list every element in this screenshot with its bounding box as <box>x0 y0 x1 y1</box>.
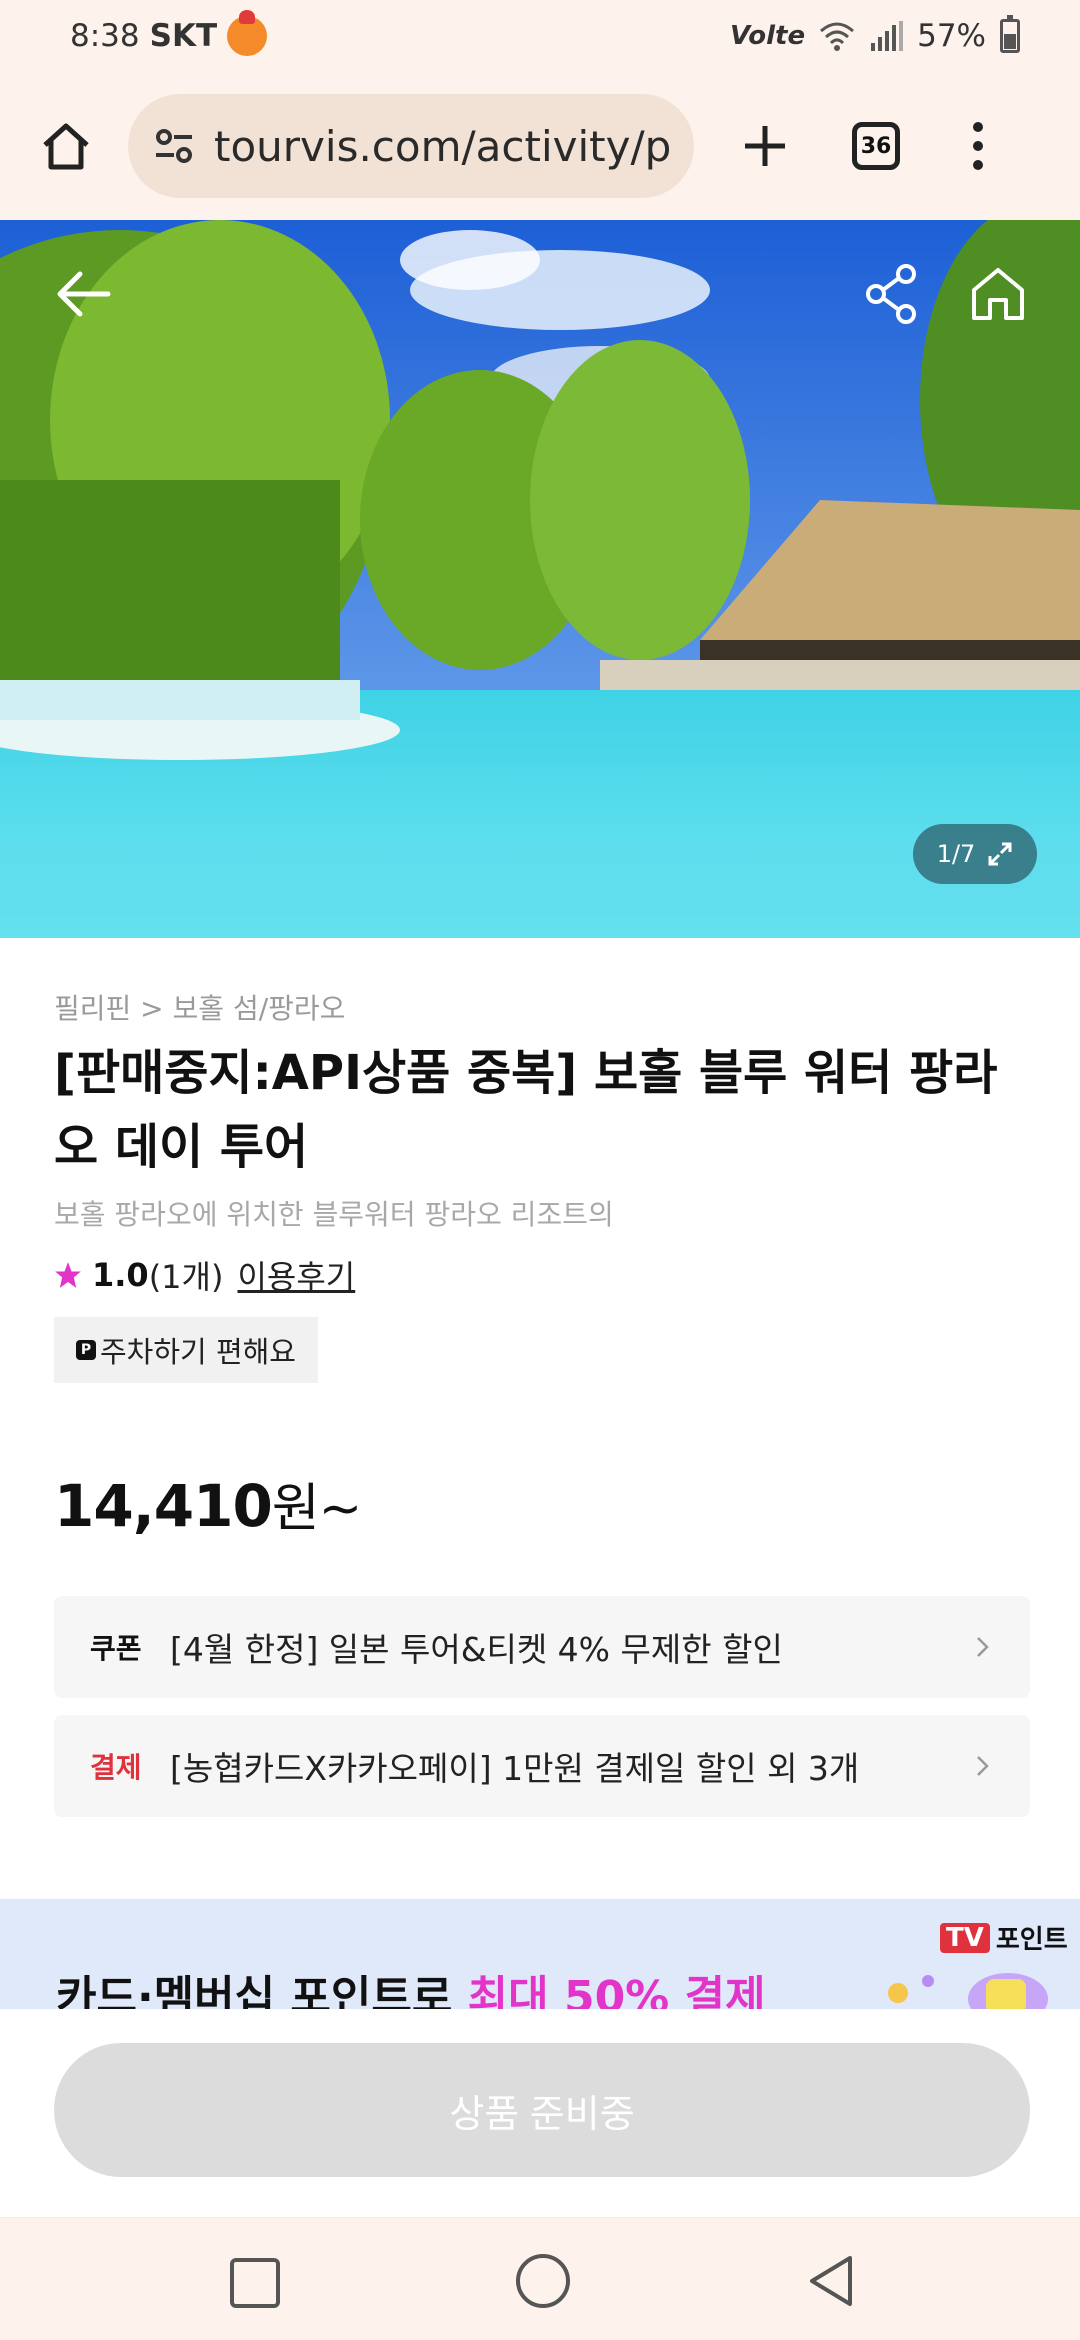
expand-icon <box>988 842 1012 866</box>
system-back-button[interactable] <box>806 2254 856 2308</box>
feature-tag: P 주차하기 편해요 <box>54 1317 318 1383</box>
new-tab-button[interactable] <box>730 111 800 181</box>
share-icon[interactable] <box>858 260 926 328</box>
bottom-cta-area: 상품 준비중 <box>0 2009 1080 2217</box>
status-right: Volte 57% <box>730 15 1020 54</box>
battery-icon <box>1000 15 1020 53</box>
promo-label: 결제 <box>90 1751 142 1784</box>
promo-label: 쿠폰 <box>90 1632 142 1665</box>
signal-icon <box>871 21 904 51</box>
purchase-button-disabled[interactable]: 상품 준비중 <box>54 2043 1030 2177</box>
back-arrow-icon[interactable] <box>50 260 118 328</box>
product-image-carousel[interactable]: 1/7 <box>0 220 1080 938</box>
price: 14,410원~ <box>54 1466 362 1541</box>
menu-dot <box>973 160 983 170</box>
volte-indicator: Volte <box>730 21 806 51</box>
feature-tag-label: 주차하기 편해요 <box>100 1335 296 1369</box>
price-unit: 원~ <box>271 1479 362 1539</box>
payment-promo-row[interactable]: 결제 [농협카드X카카오페이] 1만원 결제일 할인 외 3개 <box>54 1715 1030 1817</box>
menu-dot <box>973 141 983 151</box>
url-text: tourvis.com/activity/pr <box>214 121 670 171</box>
wifi-icon <box>820 22 855 51</box>
breadcrumb[interactable]: 필리핀 > 보홀 섬/팡라오 <box>54 987 345 1027</box>
rating-row: 1.0 (1개) 이용후기 <box>54 1252 355 1298</box>
battery-percent: 57% <box>917 18 986 54</box>
promo-text: [4월 한정] 일본 투어&티켓 4% 무제한 할인 <box>170 1630 783 1669</box>
image-counter-text: 1/7 <box>936 840 976 868</box>
chevron-right-icon <box>977 1637 989 1657</box>
tv-logo: TV <box>940 1922 990 1953</box>
points-banner[interactable]: TV 포인트 카드·멤버십 포인트로 최대 50% 결제 <box>0 1899 1080 2009</box>
coupon-promo-row[interactable]: 쿠폰 [4월 한정] 일본 투어&티켓 4% 무제한 할인 <box>54 1596 1030 1698</box>
rating-score: 1.0 <box>92 1256 149 1294</box>
app-notification-icon <box>227 10 268 56</box>
star-icon <box>55 1262 81 1288</box>
address-bar[interactable]: tourvis.com/activity/pr <box>128 94 694 198</box>
status-carrier: SKT <box>149 18 218 54</box>
rating-count: (1개) <box>148 1258 224 1296</box>
chevron-right-icon <box>977 1756 989 1776</box>
system-nav-bar <box>0 2217 1080 2340</box>
browser-toolbar: tourvis.com/activity/pr 36 <box>0 72 1080 220</box>
status-bar: 8:38 SKT Volte 57% <box>0 0 1080 72</box>
home-outline-icon[interactable] <box>964 260 1032 328</box>
status-left: 8:38 SKT <box>70 10 268 56</box>
browser-menu-button[interactable] <box>968 116 988 176</box>
product-title: [판매중지:API상품 중복] 보홀 블루 워터 팡라오 데이 투어 <box>54 1045 998 1175</box>
site-settings-icon[interactable] <box>152 124 196 168</box>
home-icon <box>43 123 89 170</box>
banner-text-main: 카드·멤버십 포인트로 <box>56 1972 468 2009</box>
reviews-link[interactable]: 이용후기 <box>237 1252 355 1298</box>
coins-illustration <box>888 1973 1048 2009</box>
banner-text: 카드·멤버십 포인트로 최대 50% 결제 <box>56 1961 766 2009</box>
tv-points-text: 포인트 <box>995 1925 1068 1955</box>
system-home-button[interactable] <box>516 2254 570 2308</box>
product-subtitle: 보홀 팡라오에 위치한 블루워터 팡라오 리조트의 <box>54 1198 614 1231</box>
price-amount: 14,410 <box>54 1472 273 1540</box>
recent-apps-button[interactable] <box>230 2258 280 2308</box>
tv-points-badge: TV 포인트 <box>940 1919 1068 1956</box>
status-time: 8:38 <box>70 18 140 54</box>
browser-home-button[interactable] <box>32 112 100 180</box>
tab-switcher-button[interactable]: 36 <box>852 122 900 170</box>
image-counter[interactable]: 1/7 <box>913 824 1037 884</box>
parking-icon: P <box>76 1340 96 1360</box>
banner-text-highlight: 최대 50% 결제 <box>467 1972 766 2009</box>
menu-dot <box>973 122 983 132</box>
promo-text: [농협카드X카카오페이] 1만원 결제일 할인 외 3개 <box>170 1749 860 1788</box>
plus-icon <box>745 126 785 166</box>
